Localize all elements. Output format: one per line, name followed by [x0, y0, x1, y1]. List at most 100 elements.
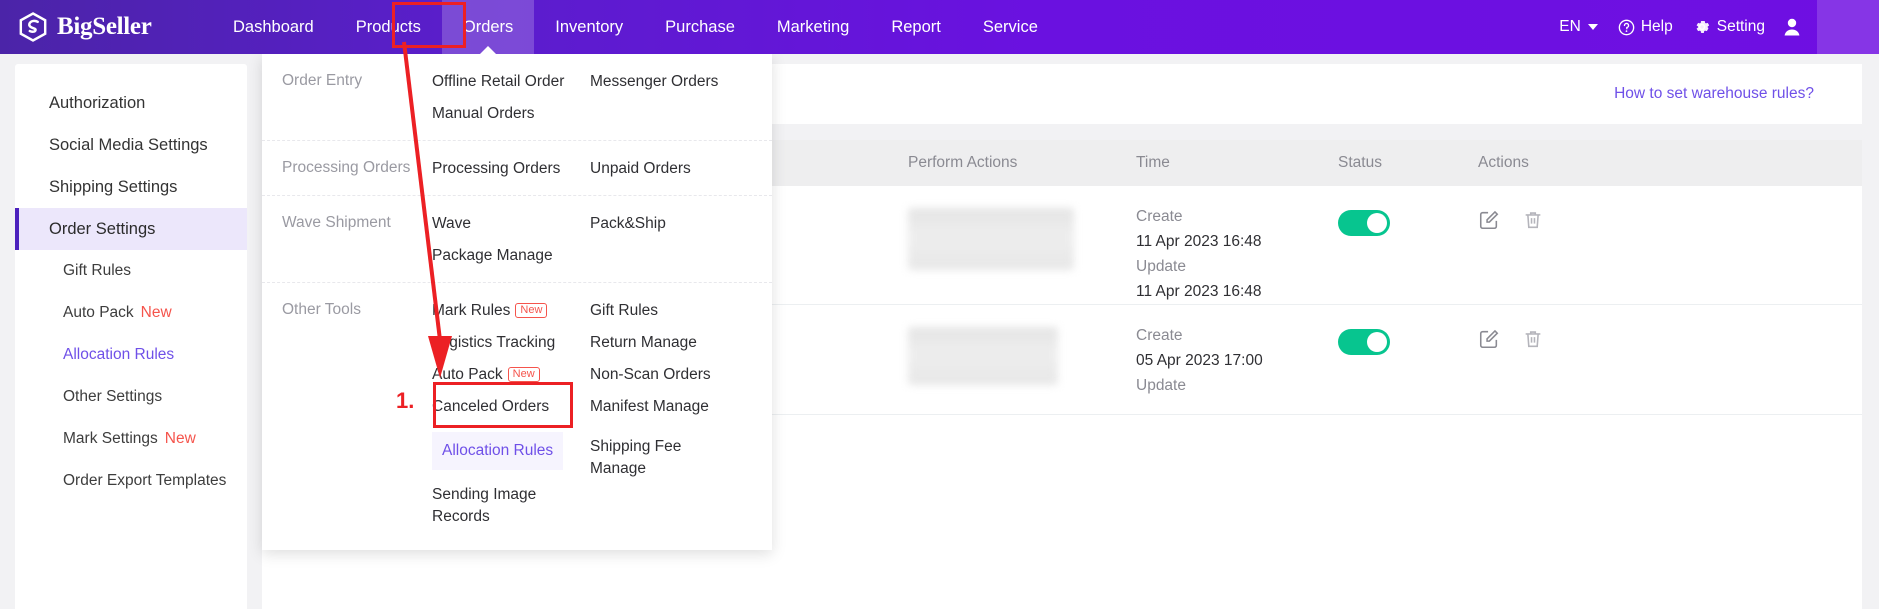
menu-item-package-manage[interactable]: Package Manage	[432, 240, 553, 272]
menu-item-canceled-orders[interactable]: Canceled Orders	[432, 391, 549, 423]
sidebar-item-label: Other Settings	[63, 388, 163, 405]
nav-item-service[interactable]: Service	[962, 0, 1059, 54]
menu-group-order-entry: Order Entry Offline Retail Order Manual …	[262, 54, 772, 141]
sidebar-item-label: Order Export Templates	[63, 472, 227, 489]
trash-icon[interactable]	[1522, 209, 1544, 231]
toggle-knob	[1367, 332, 1387, 352]
sidebar-item-authorization[interactable]: Authorization	[15, 82, 247, 124]
nav-item-purchase[interactable]: Purchase	[644, 0, 756, 54]
how-to-set-warehouse-rules-link[interactable]: How to set warehouse rules?	[1614, 85, 1814, 103]
cell-actions	[1478, 323, 1638, 350]
sidebar-item-gift-rules[interactable]: Gift Rules	[15, 250, 247, 292]
trash-icon[interactable]	[1522, 328, 1544, 350]
setting-label: Setting	[1716, 18, 1765, 35]
menu-item-wave[interactable]: Wave	[432, 208, 471, 240]
menu-item-mark-rules[interactable]: Mark Rules	[432, 295, 510, 327]
user-avatar-icon[interactable]	[1781, 16, 1803, 38]
menu-item-manifest-manage[interactable]: Manifest Manage	[590, 391, 709, 423]
menu-group-title: Order Entry	[282, 72, 363, 89]
sidebar-item-label: Mark Settings	[63, 430, 158, 447]
menu-item-pack-and-ship[interactable]: Pack&Ship	[590, 208, 666, 240]
create-time: 05 Apr 2023 17:00	[1136, 352, 1263, 369]
create-label: Create	[1136, 208, 1183, 225]
menu-group-title: Other Tools	[282, 301, 361, 318]
create-label: Create	[1136, 327, 1183, 344]
language-label: EN	[1559, 18, 1581, 35]
menu-group-other-tools: Other Tools Mark Rules New Logistics Trac…	[262, 283, 772, 550]
gear-icon	[1693, 18, 1711, 36]
top-navigation-bar: BigSeller Dashboard Products Orders Inve…	[0, 0, 1879, 55]
cell-perform-actions	[908, 323, 1136, 385]
setting-button[interactable]: Setting	[1693, 18, 1765, 36]
sidebar-item-label: Auto Pack	[63, 304, 134, 321]
sidebar-item-label: Allocation Rules	[63, 346, 175, 363]
menu-item-unpaid-orders[interactable]: Unpaid Orders	[590, 153, 691, 185]
cell-time: Create 05 Apr 2023 17:00 Update	[1136, 323, 1338, 398]
brand-logo-area[interactable]: BigSeller	[0, 12, 200, 42]
question-circle-icon	[1618, 19, 1635, 36]
status-toggle[interactable]	[1338, 210, 1390, 236]
update-time: 11 Apr 2023 16:48	[1136, 283, 1262, 300]
sidebar-item-order-export-templates[interactable]: Order Export Templates	[15, 460, 247, 502]
sidebar-item-mark-settings[interactable]: Mark Settings New	[15, 418, 247, 460]
language-selector[interactable]: EN	[1559, 18, 1598, 36]
menu-item-offline-retail-order[interactable]: Offline Retail Order	[432, 66, 564, 98]
column-header-time: Time	[1136, 154, 1170, 171]
menu-item-non-scan-orders[interactable]: Non-Scan Orders	[590, 359, 711, 391]
brand-name: BigSeller	[57, 13, 152, 40]
menu-item-return-manage[interactable]: Return Manage	[590, 327, 697, 359]
nav-item-report[interactable]: Report	[870, 0, 962, 54]
menu-group-processing-orders: Processing Orders Processing Orders Unpa…	[262, 141, 772, 196]
sidebar-item-order-settings[interactable]: Order Settings	[15, 208, 247, 250]
update-label: Update	[1136, 258, 1186, 275]
update-label: Update	[1136, 377, 1186, 394]
status-toggle[interactable]	[1338, 329, 1390, 355]
nav-item-inventory[interactable]: Inventory	[534, 0, 644, 54]
menu-item-gift-rules[interactable]: Gift Rules	[590, 295, 658, 327]
orders-mega-dropdown: Order Entry Offline Retail Order Manual …	[262, 54, 772, 550]
cell-status	[1338, 323, 1478, 355]
nav-items: Dashboard Products Orders Inventory Purc…	[212, 0, 1059, 55]
sidebar-item-label: Gift Rules	[63, 262, 132, 279]
menu-item-messenger-orders[interactable]: Messenger Orders	[590, 66, 718, 98]
new-badge: New	[515, 303, 548, 318]
help-label: Help	[1640, 18, 1673, 35]
menu-item-shipping-fee-manage[interactable]: Shipping Fee Manage	[590, 432, 700, 484]
menu-column: Processing Orders	[432, 153, 590, 185]
menu-group-title: Processing Orders	[282, 159, 411, 176]
menu-item-processing-orders[interactable]: Processing Orders	[432, 153, 560, 185]
bigseller-logo-icon	[19, 12, 47, 42]
new-badge: New	[140, 304, 172, 321]
edit-pencil-icon[interactable]	[1478, 209, 1500, 231]
menu-column: Mark Rules New Logistics Tracking Auto Pa…	[432, 295, 590, 532]
edit-pencil-icon[interactable]	[1478, 328, 1500, 350]
column-header-perform-actions: Perform Actions	[908, 154, 1018, 171]
menu-item-allocation-rules[interactable]: Allocation Rules	[432, 432, 564, 470]
sidebar-item-allocation-rules[interactable]: Allocation Rules	[15, 334, 247, 376]
sidebar-item-social-media-settings[interactable]: Social Media Settings	[15, 124, 247, 166]
nav-item-orders[interactable]: Orders	[441, 0, 535, 55]
account-panel-placeholder[interactable]	[1817, 0, 1879, 54]
nav-right-group: EN Help Setting	[1539, 0, 1879, 54]
create-time: 11 Apr 2023 16:48	[1136, 233, 1262, 250]
menu-item-manual-orders[interactable]: Manual Orders	[432, 98, 535, 130]
nav-item-marketing[interactable]: Marketing	[756, 0, 870, 54]
menu-item-sending-image-records[interactable]: Sending Image Records	[432, 480, 542, 532]
sidebar-item-other-settings[interactable]: Other Settings	[15, 376, 247, 418]
new-badge: New	[507, 367, 540, 382]
sidebar-item-shipping-settings[interactable]: Shipping Settings	[15, 166, 247, 208]
new-badge: New	[164, 430, 196, 447]
sidebar-item-auto-pack[interactable]: Auto Pack New	[15, 292, 247, 334]
menu-item-auto-pack[interactable]: Auto Pack	[432, 359, 503, 391]
menu-group-wave-shipment: Wave Shipment Wave Package Manage Pack&S…	[262, 196, 772, 283]
help-button[interactable]: Help	[1618, 18, 1673, 36]
menu-column: Messenger Orders	[590, 66, 748, 130]
column-header-status: Status	[1338, 154, 1382, 171]
menu-column: Pack&Ship	[590, 208, 748, 272]
nav-item-products[interactable]: Products	[335, 0, 442, 54]
sidebar: Authorization Social Media Settings Ship…	[15, 64, 247, 609]
cell-status	[1338, 204, 1478, 236]
menu-column: Gift Rules Return Manage Non-Scan Orders…	[590, 295, 748, 532]
nav-item-dashboard[interactable]: Dashboard	[212, 0, 335, 54]
menu-item-logistics-tracking[interactable]: Logistics Tracking	[432, 327, 555, 359]
